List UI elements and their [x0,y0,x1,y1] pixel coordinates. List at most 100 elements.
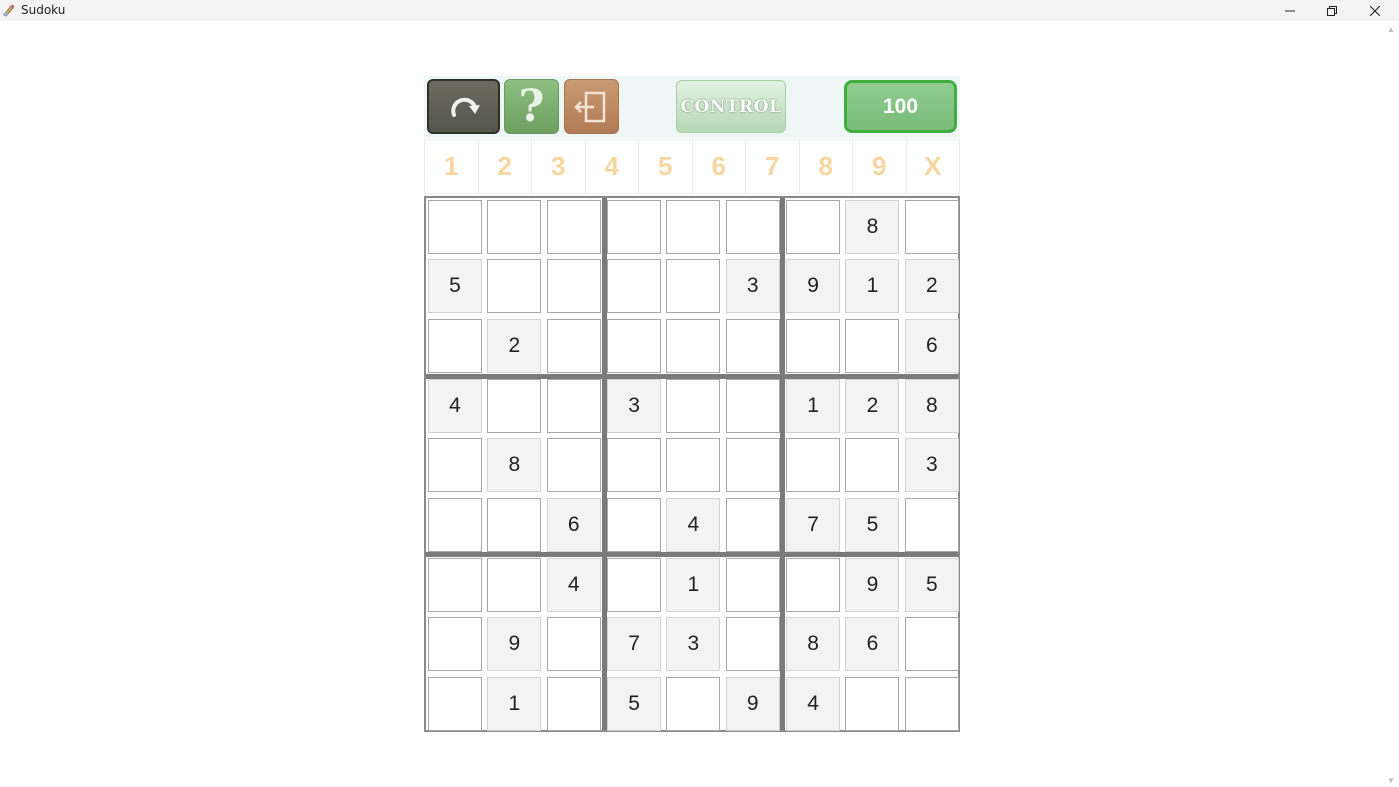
board-cell[interactable] [546,617,601,672]
board-cell[interactable] [546,379,601,434]
board-cell[interactable] [607,497,662,552]
number-picker-2[interactable]: 2 [478,139,532,194]
board-cell[interactable] [666,259,721,314]
control-button[interactable]: CONTROL [676,80,786,133]
number-picker-clear[interactable]: X [906,139,960,194]
board-cell[interactable]: 2 [487,318,542,373]
board-cell[interactable] [428,318,482,373]
board-cell[interactable]: 9 [786,259,841,314]
board-cell[interactable] [904,497,959,552]
board-cell[interactable] [546,676,601,731]
board-cell[interactable]: 5 [845,497,900,552]
board-cell[interactable] [428,558,482,613]
board-cell[interactable]: 6 [546,497,601,552]
board-cell[interactable] [786,558,841,613]
board-cell[interactable]: 1 [845,259,900,314]
board-cell[interactable]: 4 [666,497,721,552]
board-cell[interactable]: 8 [845,200,900,254]
board-cell[interactable]: 5 [904,558,959,613]
board-cell[interactable]: 5 [607,676,662,731]
board-cell[interactable] [725,379,780,434]
board-cell[interactable]: 7 [607,617,662,672]
help-button[interactable]: ? [504,79,559,134]
board-cell[interactable] [428,497,482,552]
minimize-button[interactable] [1269,0,1311,21]
exit-button[interactable] [564,79,619,134]
board-cell[interactable]: 4 [428,379,482,434]
restore-button[interactable] [1311,0,1353,21]
board-cell[interactable]: 2 [904,259,959,314]
board-cell[interactable] [725,617,780,672]
board-cell[interactable]: 4 [786,676,841,731]
board-cell[interactable] [786,438,841,493]
board-cell[interactable] [607,318,662,373]
undo-button[interactable] [427,79,500,134]
board-cell[interactable]: 1 [786,379,841,434]
board-cell[interactable] [666,379,721,434]
board-cell[interactable] [666,318,721,373]
number-picker-5[interactable]: 5 [639,139,693,194]
board-cell[interactable] [786,200,841,254]
board-cell[interactable]: 8 [786,617,841,672]
board-cell[interactable]: 3 [607,379,662,434]
number-picker-7[interactable]: 7 [746,139,800,194]
board-cell[interactable]: 3 [725,259,780,314]
board-cell[interactable] [487,200,542,254]
scroll-down-arrow-icon[interactable]: ▼ [1387,776,1395,785]
vertical-scrollbar[interactable]: ▲ ▼ [1385,21,1399,787]
board-cell[interactable] [487,558,542,613]
board-cell[interactable] [725,438,780,493]
board-cell[interactable] [845,676,900,731]
board-cell[interactable]: 5 [428,259,482,314]
board-cell[interactable] [428,676,482,731]
board-cell[interactable]: 8 [487,438,542,493]
board-cell[interactable]: 9 [845,558,900,613]
board-cell[interactable] [725,318,780,373]
board-cell[interactable]: 3 [904,438,959,493]
board-cell[interactable] [904,676,959,731]
board-cell[interactable] [487,259,542,314]
board-cell[interactable] [607,558,662,613]
board-cell[interactable] [607,259,662,314]
number-picker-6[interactable]: 6 [692,139,746,194]
board-cell[interactable] [845,438,900,493]
board-cell[interactable] [725,200,780,254]
board-cell[interactable]: 7 [786,497,841,552]
board-cell[interactable]: 1 [487,676,542,731]
scroll-up-arrow-icon[interactable]: ▲ [1387,25,1395,34]
board-cell[interactable]: 2 [845,379,900,434]
board-cell[interactable]: 3 [666,617,721,672]
board-cell[interactable]: 9 [487,617,542,672]
board-cell[interactable]: 9 [725,676,780,731]
number-picker-3[interactable]: 3 [532,139,586,194]
board-cell[interactable]: 6 [904,318,959,373]
number-picker-1[interactable]: 1 [424,139,479,194]
board-cell[interactable] [487,379,542,434]
board-cell[interactable] [428,438,482,493]
board-cell[interactable] [607,438,662,493]
board-cell[interactable] [725,558,780,613]
board-cell[interactable] [607,200,662,254]
number-picker-9[interactable]: 9 [853,139,907,194]
board-cell[interactable] [666,676,721,731]
board-cell[interactable]: 6 [845,617,900,672]
board-cell[interactable] [428,617,482,672]
board-cell[interactable] [845,318,900,373]
board-cell[interactable] [666,438,721,493]
board-cell[interactable] [725,497,780,552]
number-picker-8[interactable]: 8 [799,139,853,194]
board-cell[interactable] [546,200,601,254]
number-picker-4[interactable]: 4 [585,139,639,194]
board-cell[interactable]: 1 [666,558,721,613]
board-cell[interactable] [546,259,601,314]
board-cell[interactable] [546,438,601,493]
board-cell[interactable] [487,497,542,552]
board-cell[interactable]: 8 [904,379,959,434]
close-button[interactable] [1354,0,1396,21]
board-cell[interactable] [546,318,601,373]
board-cell[interactable] [904,617,959,672]
board-cell[interactable] [666,200,721,254]
board-cell[interactable] [904,200,959,254]
board-cell[interactable]: 4 [546,558,601,613]
board-cell[interactable] [428,200,482,254]
